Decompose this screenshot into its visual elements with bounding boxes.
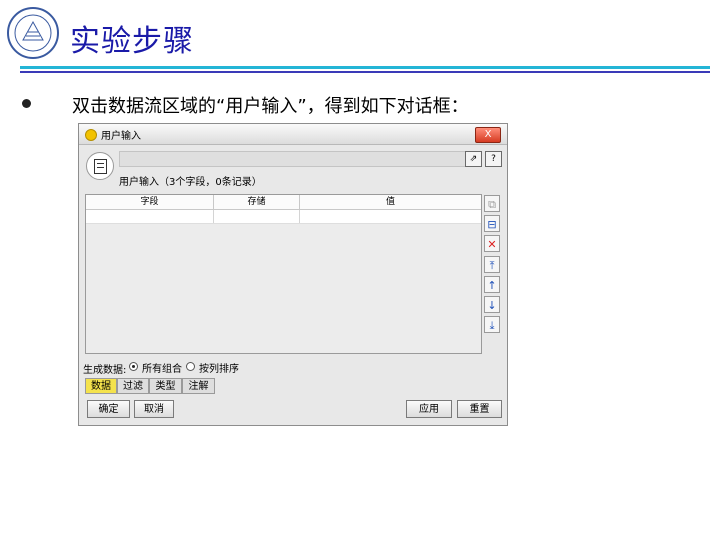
apply-button[interactable]: 应用 [406,400,452,418]
tab-type[interactable]: 类型 [149,378,182,394]
generate-data-label: 生成数据: [83,365,127,376]
column-header-value[interactable]: 值 [300,195,481,209]
table-cell[interactable] [214,210,300,223]
bullet-text: 双击数据流区域的“用户输入”，得到如下对话框： [72,96,469,117]
table-cell[interactable] [86,210,214,223]
copy-row-icon[interactable]: ⧉ [484,195,500,212]
move-up-icon[interactable]: ↑ [484,276,500,293]
edit-icon-button[interactable]: ⇗ [465,151,482,167]
header-rule-cyan [20,66,710,69]
ok-button[interactable]: 确定 [87,400,130,418]
header-rule-blue [20,71,710,73]
move-top-icon[interactable]: ⤒ [484,256,500,273]
move-down-icon[interactable]: ↓ [484,296,500,313]
tab-data[interactable]: 数据 [85,378,117,394]
delete-row-icon[interactable]: ✕ [484,235,500,252]
help-icon-button[interactable]: ? [485,151,502,167]
column-header-storage[interactable]: 存储 [214,195,300,209]
dialog-title: 用户输入 [101,131,141,142]
bullet-icon [22,99,31,108]
university-seal-logo [7,7,59,59]
radio-label-all-combinations[interactable]: 所有组合 [142,360,182,375]
radio-all-combinations[interactable] [129,362,138,371]
column-header-field[interactable]: 字段 [86,195,214,209]
insert-row-icon[interactable]: ⊟ [484,215,500,232]
slide-title: 实验步骤 [70,24,194,59]
table-cell[interactable] [300,210,481,223]
dialog-subtitle: 用户输入（3个字段，0条记录） [119,177,262,188]
move-bottom-icon[interactable]: ⤓ [484,316,500,333]
radio-label-column-order[interactable]: 按列排序 [199,360,239,375]
radio-column-order[interactable] [186,362,195,371]
fields-table[interactable]: 字段 存储 值 [85,194,482,354]
table-header: 字段 存储 值 [86,195,481,210]
tab-annotation[interactable]: 注解 [182,378,215,394]
tab-filter[interactable]: 过滤 [117,378,149,394]
cancel-button[interactable]: 取消 [134,400,174,418]
user-input-dialog: 用户输入 X ⇗ ? 用户输入（3个字段，0条记录） 字段 存储 值 ⧉ ⊟ ✕… [78,123,508,426]
dialog-titlebar[interactable]: 用户输入 X [79,124,507,145]
reset-button[interactable]: 重置 [457,400,502,418]
document-icon [86,152,114,180]
app-icon [85,129,97,141]
step-name-input[interactable] [119,151,467,167]
close-button[interactable]: X [475,127,501,143]
table-row[interactable] [86,210,481,224]
